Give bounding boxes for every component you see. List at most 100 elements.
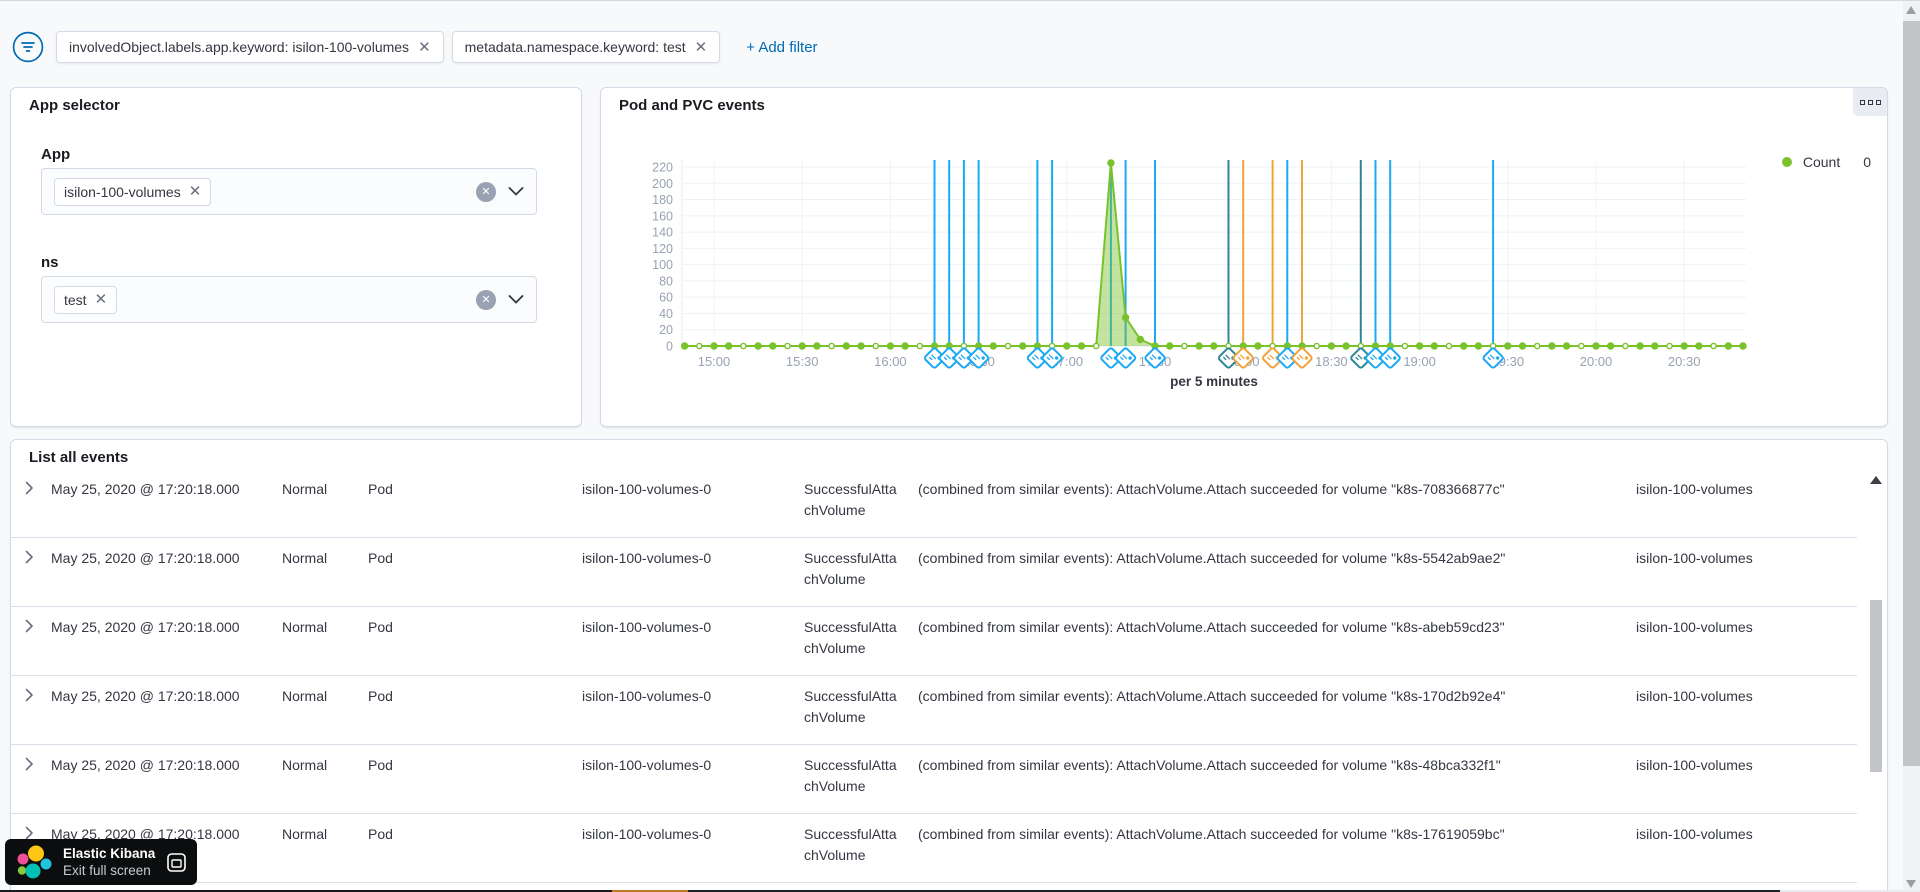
data-point[interactable] [1063,342,1071,350]
expand-row-icon[interactable] [25,480,41,496]
expand-row-icon[interactable] [25,687,41,703]
data-point[interactable] [1313,342,1320,350]
clear-selection-icon[interactable]: ✕ [476,289,496,310]
data-point[interactable] [886,342,895,350]
data-point[interactable] [1210,342,1218,350]
data-point[interactable] [1518,342,1527,350]
data-point[interactable] [1415,342,1424,350]
data-point[interactable] [740,342,747,350]
event-message: (combined from similar events): AttachVo… [918,550,1506,566]
event-table-row[interactable]: May 25, 2020 @ 17:20:18.000 Normal Pod i… [11,745,1857,814]
data-point[interactable] [696,342,703,350]
data-point[interactable] [1592,342,1600,350]
data-point[interactable] [916,342,924,350]
data-point[interactable] [1445,342,1453,350]
data-point[interactable] [1724,342,1733,350]
add-filter-button[interactable]: + Add filter [746,39,817,56]
data-point[interactable] [680,342,689,350]
data-point[interactable] [1578,342,1585,350]
scroll-up-icon[interactable] [1870,476,1882,484]
filter-pill-app-keyword[interactable]: involvedObject.labels.app.keyword: isilo… [56,31,444,63]
data-point[interactable] [1077,342,1086,350]
data-point[interactable] [1474,342,1483,350]
event-table-row[interactable]: May 25, 2020 @ 17:20:18.000 Normal Pod i… [11,469,1857,538]
event-table-row[interactable]: May 25, 2020 @ 17:20:18.000 Normal Pod i… [11,814,1857,883]
data-point[interactable] [1092,342,1100,350]
data-point[interactable] [872,342,880,350]
table-scrollbar[interactable] [1868,472,1884,892]
scrollbar-up-icon[interactable] [1906,6,1916,14]
filter-pill-namespace-keyword[interactable]: metadata.namespace.keyword: test ✕ [451,31,721,63]
data-point[interactable] [1459,342,1468,350]
data-point[interactable] [901,342,909,350]
data-point[interactable] [1019,342,1027,350]
data-point[interactable] [1666,342,1673,350]
data-point[interactable] [1548,342,1556,350]
window-scrollbar-thumb[interactable] [1903,21,1920,766]
table-scrollbar-thumb[interactable] [1870,600,1882,772]
data-point[interactable] [813,342,821,350]
annotation-tag[interactable] [1379,347,1401,369]
data-point[interactable] [1107,159,1115,167]
remove-chip-icon[interactable]: ✕ [189,184,202,199]
data-point[interactable] [1504,342,1512,350]
data-point[interactable] [1710,342,1717,350]
expand-row-icon[interactable] [25,756,41,772]
data-point[interactable] [769,342,777,350]
ns-selected-chip[interactable]: test ✕ [54,285,118,314]
kibana-fullscreen-badge[interactable]: Elastic Kibana Exit full screen [5,839,197,885]
data-point[interactable] [725,342,733,350]
data-point[interactable] [784,342,791,350]
event-kind: Pod [368,688,393,704]
remove-filter-icon[interactable]: ✕ [695,40,708,55]
app-combobox[interactable]: isilon-100-volumes ✕ ✕ [41,168,537,215]
data-point[interactable] [1739,342,1747,350]
clear-selection-icon[interactable]: ✕ [476,181,496,202]
scrollbar-down-icon[interactable] [1906,880,1916,888]
data-point[interactable] [754,342,762,350]
data-point[interactable] [1254,342,1262,350]
data-point[interactable] [1136,335,1145,344]
event-table-row[interactable]: May 25, 2020 @ 17:20:18.000 Normal Pod i… [11,607,1857,676]
data-point[interactable] [1695,342,1703,350]
data-point[interactable] [857,342,865,350]
data-point[interactable] [1680,342,1688,350]
event-table-row[interactable]: May 25, 2020 @ 17:20:18.000 Normal Pod i… [11,538,1857,607]
data-point[interactable] [1401,342,1409,350]
data-point[interactable] [842,342,850,350]
expand-row-icon[interactable] [25,618,41,634]
data-point[interactable] [1327,342,1336,350]
data-point[interactable] [1606,342,1615,350]
annotation-tag[interactable] [1291,347,1313,369]
expand-row-icon[interactable] [25,549,41,565]
remove-chip-icon[interactable]: ✕ [95,292,108,307]
annotation-tag[interactable] [1115,347,1137,369]
window-scrollbar[interactable] [1903,1,1920,892]
data-point[interactable] [1195,342,1203,350]
data-point[interactable] [798,342,806,350]
data-point[interactable] [1562,342,1571,350]
app-selected-chip[interactable]: isilon-100-volumes ✕ [54,177,212,206]
remove-filter-icon[interactable]: ✕ [418,40,431,55]
exit-fullscreen-link[interactable]: Exit full screen [63,862,156,879]
chevron-down-icon[interactable] [508,295,524,304]
data-point[interactable] [1430,342,1439,350]
events-timeseries-chart[interactable]: 15:0015:3016:0016:3017:0017:3018:0018:30… [601,88,1889,402]
exit-fullscreen-icon[interactable] [166,852,187,873]
data-point[interactable] [1181,342,1188,350]
data-point[interactable] [1342,342,1350,350]
data-point[interactable] [989,342,997,350]
data-point[interactable] [1622,342,1629,350]
data-point[interactable] [1121,313,1130,322]
data-point[interactable] [828,342,835,350]
data-point[interactable] [1636,342,1644,350]
filter-menu-button[interactable] [12,31,44,63]
data-point[interactable] [1165,342,1174,350]
event-table-row[interactable]: May 25, 2020 @ 17:20:18.000 Normal Pod i… [11,676,1857,745]
data-point[interactable] [710,342,718,350]
chevron-down-icon[interactable] [508,187,524,196]
ns-combobox[interactable]: test ✕ ✕ [41,276,537,323]
data-point[interactable] [1533,342,1541,350]
data-point[interactable] [1004,342,1012,350]
data-point[interactable] [1651,342,1659,350]
